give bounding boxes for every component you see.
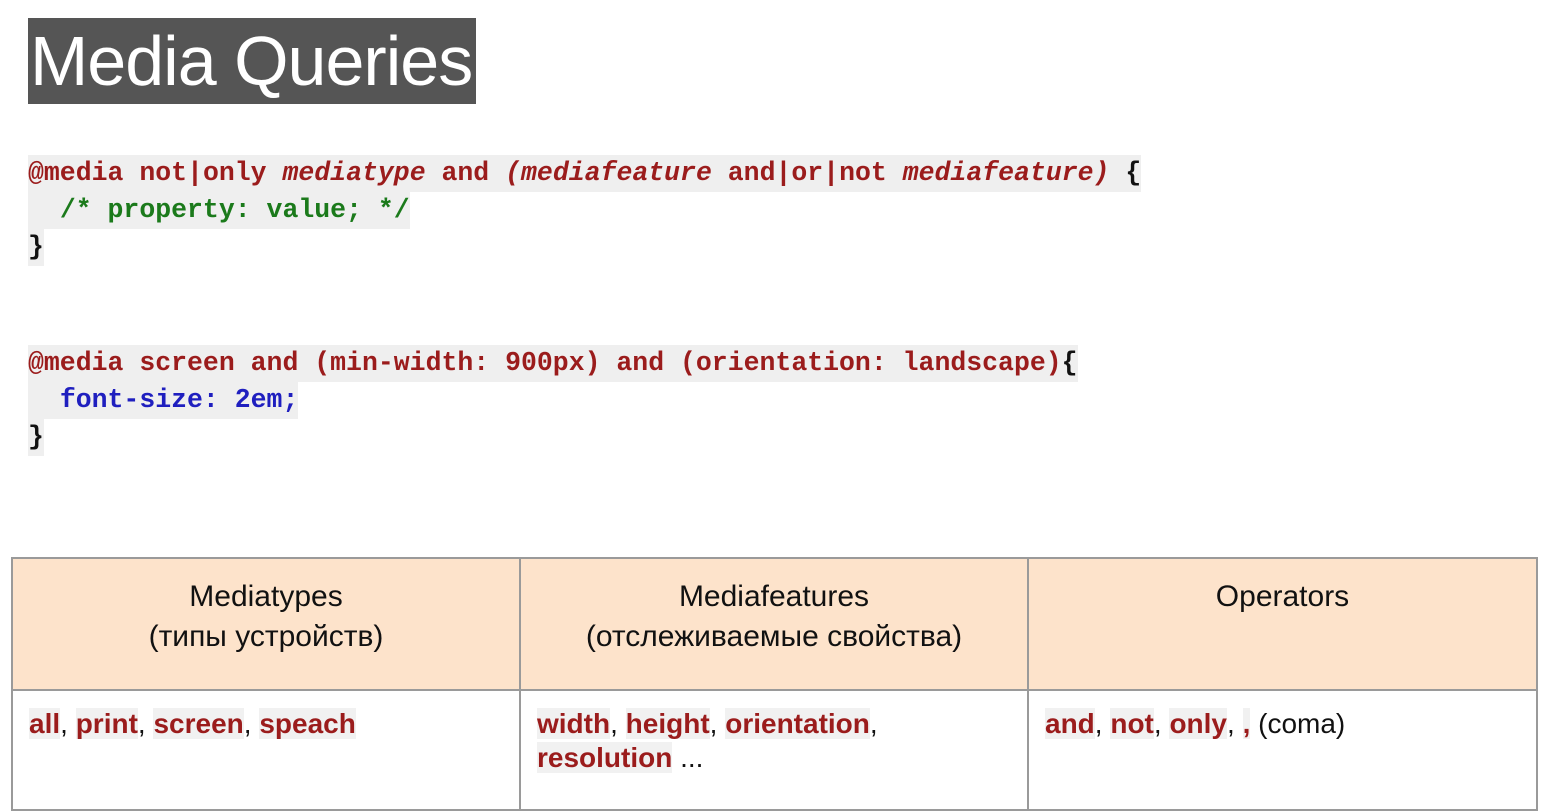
media-query-syntax-code: @media not|only mediatype and (mediafeat… [28, 155, 1142, 266]
open-brace: { [1125, 158, 1142, 188]
page-title: Media Queries [28, 18, 477, 104]
header-operators: Operators [1027, 557, 1538, 691]
media-query-reference-table: Mediatypes (типы устройств) Mediafeatures… [11, 557, 1538, 811]
close-brace: } [28, 229, 44, 266]
code-comment: /* property: value; */ [59, 195, 410, 225]
at-rule: @media [28, 158, 124, 188]
cell-mediatypes: all, print, screen, speach [11, 689, 521, 811]
table-row: all, print, screen, speach width, height… [11, 689, 1538, 811]
cell-operators: and, not, only, , (coma) [1027, 689, 1538, 811]
keyword-not-only: not|only [139, 158, 267, 188]
keyword-and: and [441, 158, 490, 188]
mediafeature-placeholder-2: mediafeature) [902, 158, 1110, 188]
media-query-example-code: @media screen and (min-width: 900px) and… [28, 345, 1078, 456]
example-media-query: @media screen and (min-width: 900px) and… [28, 348, 1062, 378]
mediatype-placeholder: mediatype [282, 158, 426, 188]
header-mediafeatures: Mediafeatures (отслеживаемые свойства) [519, 557, 1029, 691]
close-brace: } [28, 419, 44, 456]
open-brace: { [1061, 348, 1078, 378]
example-declaration: font-size: 2em; [59, 385, 299, 415]
header-mediatypes: Mediatypes (типы устройств) [11, 557, 521, 691]
keyword-and-or-not: and|or|not [727, 158, 887, 188]
cell-mediafeatures: width, height, orientation, resolution ..… [519, 689, 1029, 811]
mediafeature-placeholder: (mediafeature [505, 158, 712, 188]
table-header-row: Mediatypes (типы устройств) Mediafeatures… [11, 557, 1538, 691]
